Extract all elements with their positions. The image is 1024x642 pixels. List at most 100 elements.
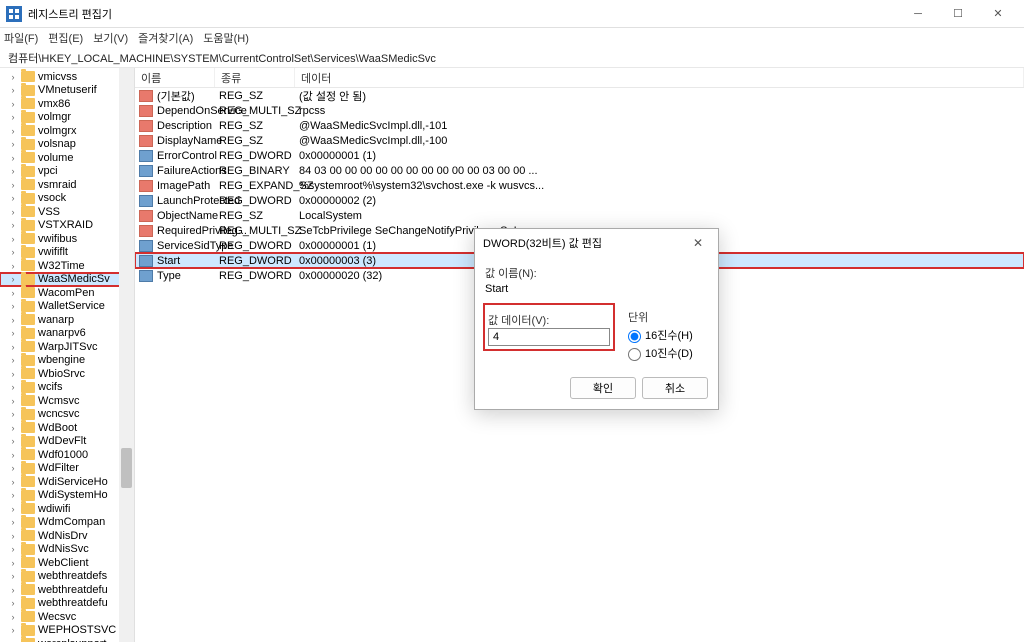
tree-item[interactable]: ›webthreatdefs: [0, 570, 134, 584]
value-row[interactable]: DisplayNameREG_SZ@WaaSMedicSvcImpl.dll,-…: [135, 133, 1024, 148]
expand-icon[interactable]: ›: [8, 625, 18, 635]
tree-item[interactable]: ›WdNisDrv: [0, 529, 134, 543]
expand-icon[interactable]: ›: [8, 247, 18, 257]
expand-icon[interactable]: ›: [8, 234, 18, 244]
tree-item[interactable]: ›wbengine: [0, 354, 134, 368]
maximize-button[interactable]: ☐: [938, 2, 978, 26]
expand-icon[interactable]: ›: [8, 558, 18, 568]
tree-item[interactable]: ›WdDevFlt: [0, 435, 134, 449]
col-type[interactable]: 종류: [215, 68, 295, 87]
value-row[interactable]: ObjectNameREG_SZLocalSystem: [135, 208, 1024, 223]
tree-item[interactable]: ›wdiwifi: [0, 502, 134, 516]
value-row[interactable]: ImagePathREG_EXPAND_SZ%systemroot%\syste…: [135, 178, 1024, 193]
expand-icon[interactable]: ›: [8, 517, 18, 527]
expand-icon[interactable]: ›: [8, 72, 18, 82]
tree-item[interactable]: ›vpci: [0, 165, 134, 179]
tree-item[interactable]: ›WaaSMedicSv: [0, 273, 134, 287]
tree-item[interactable]: ›WdBoot: [0, 421, 134, 435]
radio-hex[interactable]: 16진수(H): [628, 327, 708, 343]
col-name[interactable]: 이름: [135, 68, 215, 87]
ok-button[interactable]: 확인: [570, 377, 636, 399]
menu-view[interactable]: 보기(V): [93, 30, 128, 46]
expand-icon[interactable]: ›: [8, 180, 18, 190]
expand-icon[interactable]: ›: [8, 288, 18, 298]
expand-icon[interactable]: ›: [8, 99, 18, 109]
expand-icon[interactable]: ›: [8, 126, 18, 136]
tree-item[interactable]: ›WacomPen: [0, 286, 134, 300]
tree-item[interactable]: ›vsock: [0, 192, 134, 206]
expand-icon[interactable]: ›: [8, 85, 18, 95]
tree-item[interactable]: ›WbioSrvc: [0, 367, 134, 381]
tree-item[interactable]: ›vsmraid: [0, 178, 134, 192]
expand-icon[interactable]: ›: [8, 274, 18, 284]
tree-item[interactable]: ›WarpJITSvc: [0, 340, 134, 354]
col-data[interactable]: 데이터: [295, 68, 1024, 87]
menu-edit[interactable]: 편집(E): [48, 30, 83, 46]
expand-icon[interactable]: ›: [8, 193, 18, 203]
tree-item[interactable]: ›VSS: [0, 205, 134, 219]
expand-icon[interactable]: ›: [8, 112, 18, 122]
expand-icon[interactable]: ›: [8, 139, 18, 149]
tree-item[interactable]: ›VSTXRAID: [0, 219, 134, 233]
expand-icon[interactable]: ›: [8, 315, 18, 325]
tree-item[interactable]: ›W32Time: [0, 259, 134, 273]
tree-item[interactable]: ›wercplsupport: [0, 637, 134, 642]
menu-help[interactable]: 도움말(H): [203, 30, 249, 46]
tree-item[interactable]: ›volmgrx: [0, 124, 134, 138]
tree-item[interactable]: ›wanarp: [0, 313, 134, 327]
expand-icon[interactable]: ›: [8, 450, 18, 460]
tree-item[interactable]: ›WdFilter: [0, 462, 134, 476]
tree-item[interactable]: ›WdmCompan: [0, 516, 134, 530]
expand-icon[interactable]: ›: [8, 396, 18, 406]
expand-icon[interactable]: ›: [8, 166, 18, 176]
expand-icon[interactable]: ›: [8, 477, 18, 487]
expand-icon[interactable]: ›: [8, 261, 18, 271]
expand-icon[interactable]: ›: [8, 409, 18, 419]
tree-item[interactable]: ›wcifs: [0, 381, 134, 395]
close-button[interactable]: ✕: [978, 2, 1018, 26]
expand-icon[interactable]: ›: [8, 544, 18, 554]
cancel-button[interactable]: 취소: [642, 377, 708, 399]
menu-file[interactable]: 파일(F): [4, 30, 38, 46]
expand-icon[interactable]: ›: [8, 490, 18, 500]
tree-item[interactable]: ›WEPHOSTSVC: [0, 624, 134, 638]
tree-item[interactable]: ›vwifibus: [0, 232, 134, 246]
expand-icon[interactable]: ›: [8, 301, 18, 311]
tree-item[interactable]: ›webthreatdefu: [0, 597, 134, 611]
expand-icon[interactable]: ›: [8, 342, 18, 352]
expand-icon[interactable]: ›: [8, 355, 18, 365]
expand-icon[interactable]: ›: [8, 436, 18, 446]
expand-icon[interactable]: ›: [8, 153, 18, 163]
dialog-close-icon[interactable]: ✕: [686, 236, 710, 250]
address-bar[interactable]: 컴퓨터\HKEY_LOCAL_MACHINE\SYSTEM\CurrentCon…: [0, 48, 1024, 68]
tree-item[interactable]: ›wanarpv6: [0, 327, 134, 341]
tree-item[interactable]: ›webthreatdefu: [0, 583, 134, 597]
tree-item[interactable]: ›vmx86: [0, 97, 134, 111]
expand-icon[interactable]: ›: [8, 423, 18, 433]
tree-item[interactable]: ›Wcmsvc: [0, 394, 134, 408]
tree-item[interactable]: ›WebClient: [0, 556, 134, 570]
tree-item[interactable]: ›vwififlt: [0, 246, 134, 260]
tree-item[interactable]: ›Wecsvc: [0, 610, 134, 624]
expand-icon[interactable]: ›: [8, 612, 18, 622]
expand-icon[interactable]: ›: [8, 598, 18, 608]
tree-item[interactable]: ›volume: [0, 151, 134, 165]
value-row[interactable]: DependOnServiceREG_MULTI_SZrpcss: [135, 103, 1024, 118]
expand-icon[interactable]: ›: [8, 463, 18, 473]
expand-icon[interactable]: ›: [8, 531, 18, 541]
sidebar-scrollbar[interactable]: [119, 68, 134, 642]
value-data-input[interactable]: [488, 328, 610, 346]
expand-icon[interactable]: ›: [8, 585, 18, 595]
value-row[interactable]: DescriptionREG_SZ@WaaSMedicSvcImpl.dll,-…: [135, 118, 1024, 133]
tree-item[interactable]: ›WdiSystemHo: [0, 489, 134, 503]
tree-item[interactable]: ›VMnetuserif: [0, 84, 134, 98]
tree-item[interactable]: ›WdNisSvc: [0, 543, 134, 557]
scrollbar-thumb[interactable]: [121, 448, 132, 488]
minimize-button[interactable]: ─: [898, 2, 938, 26]
menu-fav[interactable]: 즐겨찾기(A): [138, 30, 193, 46]
expand-icon[interactable]: ›: [8, 504, 18, 514]
tree-item[interactable]: ›WalletService: [0, 300, 134, 314]
expand-icon[interactable]: ›: [8, 382, 18, 392]
expand-icon[interactable]: ›: [8, 571, 18, 581]
radio-dec[interactable]: 10진수(D): [628, 345, 708, 361]
